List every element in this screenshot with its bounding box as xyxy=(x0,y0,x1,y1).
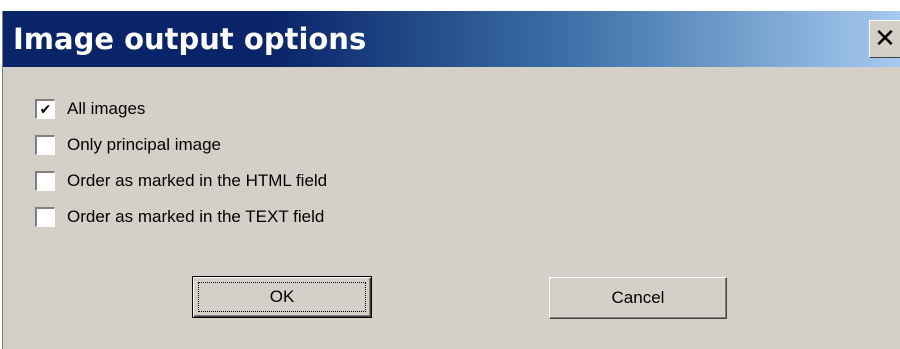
option-label[interactable]: Only principal image xyxy=(67,133,221,157)
order-html-field-checkbox[interactable] xyxy=(35,171,55,191)
all-images-checkbox[interactable]: ✔ xyxy=(35,99,55,119)
option-label[interactable]: All images xyxy=(67,97,145,121)
option-label[interactable]: Order as marked in the HTML field xyxy=(67,169,327,193)
cancel-button[interactable]: Cancel xyxy=(549,277,727,319)
ok-button-label: OK xyxy=(269,287,295,306)
close-button[interactable]: ✕ xyxy=(869,20,900,58)
image-output-options-dialog: Image output options ✕ ✔ All images Only… xyxy=(2,11,900,349)
cancel-button-label: Cancel xyxy=(611,288,665,307)
ok-button[interactable]: OK xyxy=(192,276,372,318)
option-label[interactable]: Order as marked in the TEXT field xyxy=(67,205,324,229)
dialog-title: Image output options xyxy=(13,22,367,56)
order-text-field-checkbox[interactable] xyxy=(35,207,55,227)
only-principal-image-checkbox[interactable] xyxy=(35,135,55,155)
title-bar[interactable]: Image output options ✕ xyxy=(3,11,900,67)
check-mark-icon: ✔ xyxy=(39,101,52,118)
close-icon: ✕ xyxy=(874,24,896,54)
